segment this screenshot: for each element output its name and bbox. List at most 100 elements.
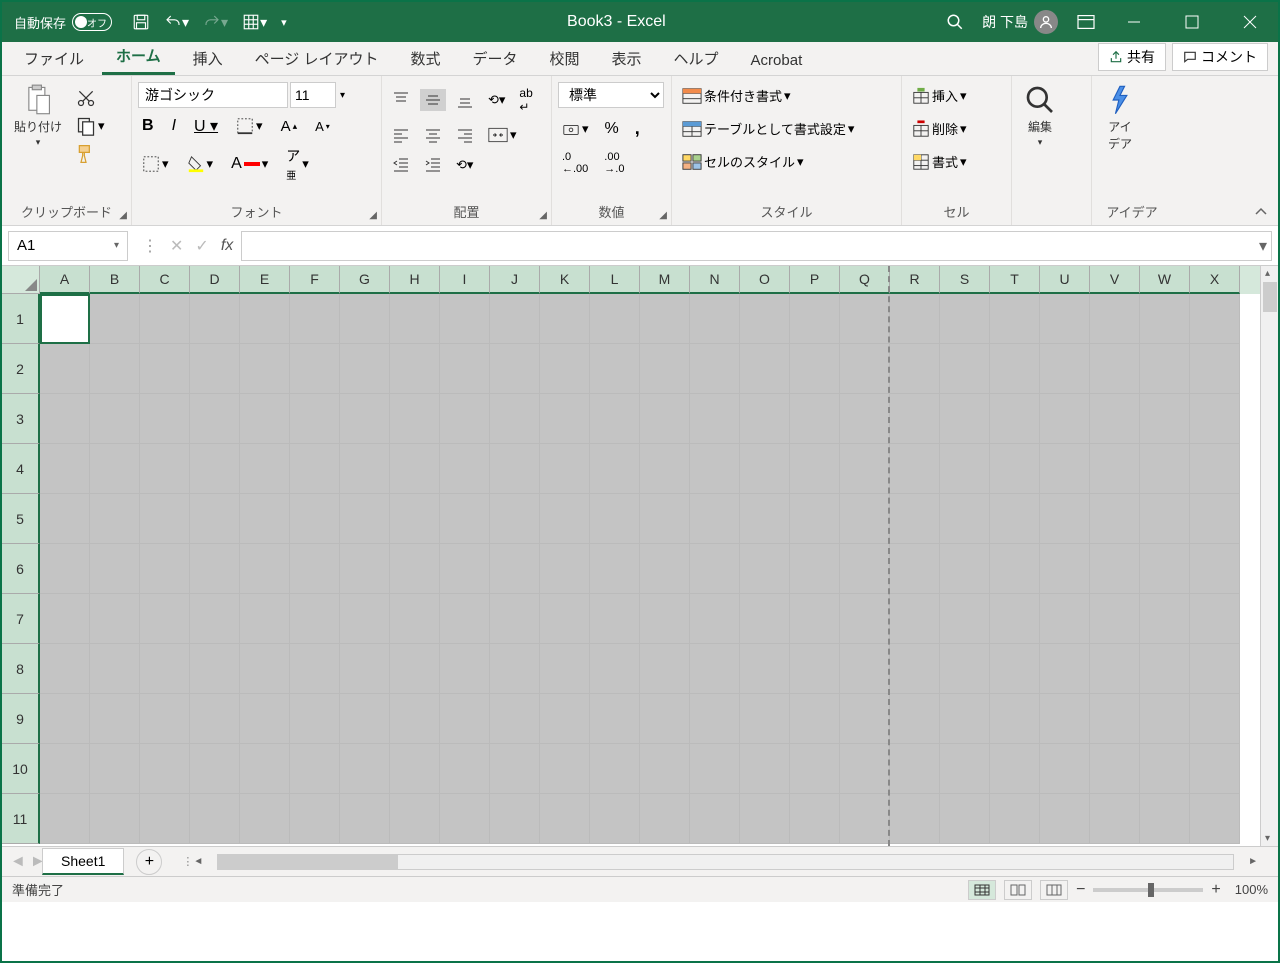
cell[interactable] — [1040, 794, 1090, 844]
cell[interactable] — [140, 744, 190, 794]
column-header[interactable]: M — [640, 266, 690, 294]
cell[interactable] — [490, 394, 540, 444]
cell[interactable] — [790, 344, 840, 394]
column-header[interactable]: S — [940, 266, 990, 294]
cell[interactable] — [540, 444, 590, 494]
cell[interactable] — [340, 694, 390, 744]
cell[interactable] — [340, 394, 390, 444]
cell[interactable] — [940, 344, 990, 394]
cell[interactable] — [690, 394, 740, 444]
cell[interactable] — [1140, 294, 1190, 344]
cell[interactable] — [1190, 644, 1240, 694]
cell[interactable] — [1090, 744, 1140, 794]
cell[interactable] — [90, 744, 140, 794]
cell[interactable] — [890, 594, 940, 644]
cell[interactable] — [690, 544, 740, 594]
cell[interactable] — [240, 394, 290, 444]
cell[interactable] — [90, 694, 140, 744]
cell[interactable] — [590, 494, 640, 544]
conditional-formatting-button[interactable]: 条件付き書式 ▾ — [678, 84, 795, 107]
cell[interactable] — [290, 494, 340, 544]
cell[interactable] — [640, 694, 690, 744]
font-color-button[interactable]: A ▾ — [227, 153, 272, 175]
format-cells-button[interactable]: 書式 ▾ — [908, 150, 971, 173]
cell[interactable] — [590, 794, 640, 844]
cell[interactable] — [940, 794, 990, 844]
border-dropdown-icon[interactable]: ▾ — [138, 153, 173, 175]
cell[interactable] — [590, 594, 640, 644]
editing-button[interactable]: 編集 ▾ — [1018, 80, 1062, 152]
cell[interactable] — [840, 744, 890, 794]
cell[interactable] — [190, 544, 240, 594]
cell[interactable] — [740, 744, 790, 794]
cell[interactable] — [390, 494, 440, 544]
vertical-scrollbar[interactable]: ▴ ▾ — [1260, 266, 1278, 846]
cell[interactable] — [690, 444, 740, 494]
cell[interactable] — [1040, 444, 1090, 494]
cell[interactable] — [440, 394, 490, 444]
formula-input[interactable]: ▾ — [241, 231, 1272, 261]
cell[interactable] — [740, 594, 790, 644]
cell[interactable] — [1090, 644, 1140, 694]
cell[interactable] — [440, 444, 490, 494]
cell[interactable] — [740, 694, 790, 744]
cell[interactable] — [740, 444, 790, 494]
italic-button[interactable]: I — [168, 115, 180, 137]
fx-icon[interactable]: fx — [221, 237, 233, 255]
maximize-button[interactable] — [1172, 2, 1212, 42]
cell[interactable] — [840, 594, 890, 644]
cell[interactable] — [690, 594, 740, 644]
cell[interactable] — [740, 644, 790, 694]
align-right-icon[interactable] — [452, 124, 478, 146]
cell[interactable] — [840, 344, 890, 394]
clipboard-launcher-icon[interactable]: ◢ — [119, 210, 127, 221]
cell[interactable] — [640, 294, 690, 344]
cell[interactable] — [540, 394, 590, 444]
search-icon[interactable] — [946, 13, 964, 31]
row-header[interactable]: 4 — [2, 444, 40, 494]
tab-file[interactable]: ファイル — [10, 42, 98, 75]
cell[interactable] — [90, 294, 140, 344]
cell[interactable] — [990, 394, 1040, 444]
cell[interactable] — [140, 644, 190, 694]
cell[interactable] — [590, 544, 640, 594]
cell[interactable] — [940, 544, 990, 594]
format-as-table-button[interactable]: テーブルとして書式設定 ▾ — [678, 117, 858, 140]
cell[interactable] — [140, 544, 190, 594]
cell[interactable] — [790, 394, 840, 444]
column-header[interactable]: C — [140, 266, 190, 294]
cell[interactable] — [190, 744, 240, 794]
cell[interactable] — [590, 644, 640, 694]
cell[interactable] — [90, 794, 140, 844]
cell[interactable] — [540, 294, 590, 344]
cell[interactable] — [790, 744, 840, 794]
redo-icon[interactable]: ▾ — [203, 13, 228, 31]
autosave-toggle[interactable]: 自動保存 オフ — [14, 13, 112, 32]
number-launcher-icon[interactable]: ◢ — [659, 210, 667, 221]
percent-icon[interactable]: % — [601, 118, 623, 140]
column-header[interactable]: A — [40, 266, 90, 294]
cell[interactable] — [540, 694, 590, 744]
align-center-icon[interactable] — [420, 124, 446, 146]
cell[interactable] — [1140, 394, 1190, 444]
cell[interactable] — [190, 394, 240, 444]
cell[interactable] — [1190, 794, 1240, 844]
row-header[interactable]: 7 — [2, 594, 40, 644]
tab-formulas[interactable]: 数式 — [396, 42, 454, 75]
tab-review[interactable]: 校閲 — [536, 42, 594, 75]
cell[interactable] — [790, 294, 840, 344]
cell[interactable] — [1090, 594, 1140, 644]
cell[interactable] — [640, 494, 690, 544]
tab-help[interactable]: ヘルプ — [660, 42, 733, 75]
cell[interactable] — [240, 694, 290, 744]
cell[interactable] — [1040, 294, 1090, 344]
cell[interactable] — [690, 694, 740, 744]
cell[interactable] — [840, 294, 890, 344]
qat-spreadsheet-icon[interactable]: ▾ — [242, 13, 267, 31]
cell[interactable] — [1140, 794, 1190, 844]
cell[interactable] — [1190, 444, 1240, 494]
cell[interactable] — [840, 494, 890, 544]
align-bottom-icon[interactable] — [452, 89, 478, 111]
row-header[interactable]: 5 — [2, 494, 40, 544]
cell[interactable] — [490, 744, 540, 794]
